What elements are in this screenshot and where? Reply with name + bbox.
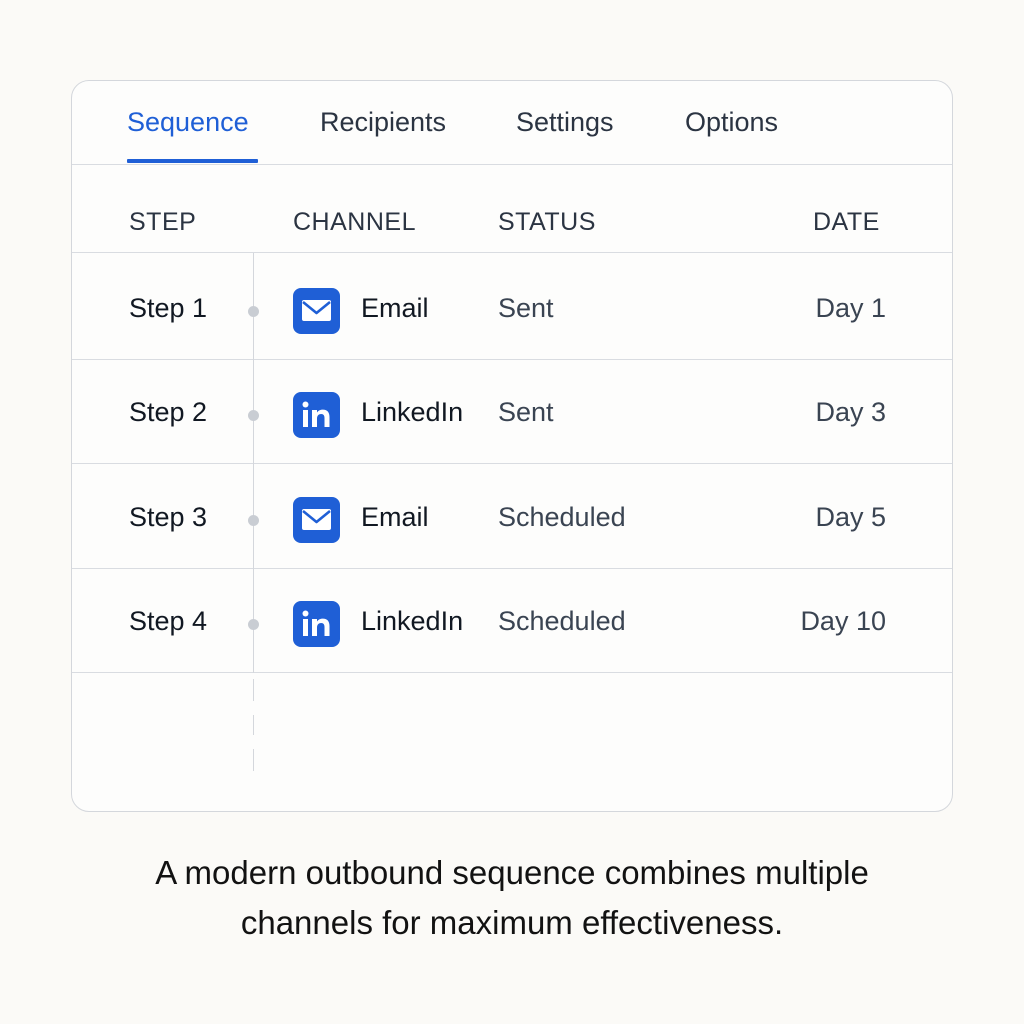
step-label: Step 1 [129, 293, 208, 323]
header-divider [72, 252, 952, 253]
table-row[interactable]: Step 2 LinkedIn Sent Day 3 [72, 360, 952, 464]
channel-label: Email [361, 502, 429, 532]
tab-bar: Sequence Recipients Settings Options [72, 81, 952, 165]
status-text: Sent [498, 397, 554, 427]
timeline-dot [248, 619, 259, 630]
date-text: Day 10 [800, 606, 886, 636]
channel-label: Email [361, 293, 429, 323]
date-text: Day 3 [815, 397, 886, 427]
table-row[interactable]: Step 1 Email Sent Day 1 [72, 256, 952, 360]
column-header-channel[interactable]: CHANNEL [293, 208, 416, 237]
column-header-status[interactable]: STATUS [498, 208, 596, 237]
date-text: Day 1 [815, 293, 886, 323]
timeline-dot [248, 306, 259, 317]
column-header-date[interactable]: DATE [813, 208, 880, 237]
table-row[interactable]: Step 4 LinkedIn Scheduled Day 10 [72, 569, 952, 673]
tab-options[interactable]: Options [685, 107, 778, 138]
timeline-dash [253, 715, 254, 735]
caption-line-1: A modern outbound sequence combines mult… [155, 854, 869, 891]
table-row[interactable]: Step 3 Email Scheduled Day 5 [72, 465, 952, 569]
caption: A modern outbound sequence combines mult… [0, 848, 1024, 948]
step-label: Step 2 [129, 397, 208, 427]
tab-settings[interactable]: Settings [516, 107, 614, 138]
status-text: Scheduled [498, 502, 626, 532]
envelope-icon [293, 288, 340, 334]
timeline-dot [248, 515, 259, 526]
channel-label: LinkedIn [361, 606, 464, 636]
column-header-step[interactable]: STEP [129, 208, 196, 237]
timeline-dot [248, 410, 259, 421]
linkedin-icon [293, 601, 340, 647]
timeline-dash [253, 749, 254, 771]
timeline-dash [253, 679, 254, 701]
step-label: Step 3 [129, 502, 208, 532]
date-text: Day 5 [815, 502, 886, 532]
active-tab-indicator [127, 159, 258, 163]
tab-sequence[interactable]: Sequence [127, 107, 249, 138]
caption-line-2: channels for maximum effectiveness. [240, 904, 784, 941]
envelope-icon [293, 497, 340, 543]
linkedin-icon [293, 392, 340, 438]
sequence-card: Sequence Recipients Settings Options STE… [71, 80, 953, 812]
channel-label: LinkedIn [361, 397, 464, 427]
status-text: Sent [498, 293, 554, 323]
status-text: Scheduled [498, 606, 626, 636]
tab-recipients[interactable]: Recipients [320, 107, 446, 138]
step-label: Step 4 [129, 606, 208, 636]
